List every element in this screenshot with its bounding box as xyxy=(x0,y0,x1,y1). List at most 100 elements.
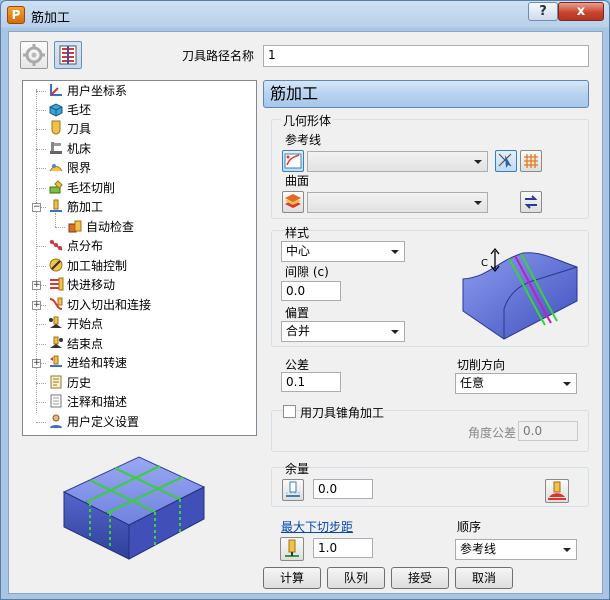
user-settings-icon xyxy=(50,414,62,428)
tree-item-axis-control[interactable]: 加工轴控制 xyxy=(48,257,127,275)
user-coordinate-icon xyxy=(50,84,62,96)
tree-item-notes[interactable]: 注释和描述 xyxy=(48,393,127,411)
chevron-down-icon xyxy=(563,548,571,552)
tree-item-tool[interactable]: 刀具 xyxy=(48,120,91,138)
surface-swap-button[interactable] xyxy=(520,191,542,213)
chevron-down-icon xyxy=(391,250,399,254)
chevron-down-icon xyxy=(563,382,571,386)
cancel-button[interactable]: 取消 xyxy=(455,567,513,589)
close-button[interactable]: x xyxy=(558,2,604,21)
tree-item-leads-links[interactable]: 切入切出和连接 xyxy=(48,296,151,314)
start-point-icon xyxy=(49,316,62,328)
machine-icon xyxy=(50,142,62,154)
chevron-down-icon xyxy=(391,330,399,334)
auto-check-icon xyxy=(68,220,82,233)
allowance-tool-icon xyxy=(286,481,300,497)
tree-item-history[interactable]: 历史 xyxy=(48,374,91,392)
history-icon xyxy=(50,375,62,389)
tree-item-rib-machining[interactable]: 筋加工 xyxy=(48,198,103,216)
style-label: 样式 xyxy=(285,226,310,240)
tree-item-rapid-move[interactable]: 快进移动 xyxy=(48,276,115,294)
surface-label: 曲面 xyxy=(285,174,310,188)
block-icon xyxy=(49,103,63,117)
queue-button[interactable]: 队列 xyxy=(327,567,385,589)
calculate-button[interactable]: 计算 xyxy=(263,567,321,589)
tree-item-feeds-speeds[interactable]: 进给和转速 xyxy=(48,354,127,372)
tree-item-end-point[interactable]: 结束点 xyxy=(48,335,103,353)
component-allowance-button[interactable] xyxy=(545,479,569,503)
swap-arrows-icon xyxy=(524,195,538,209)
toolpath-view-button[interactable] xyxy=(54,41,82,69)
grid-pattern-icon xyxy=(524,154,538,168)
tree-item-limits[interactable]: 限界 xyxy=(48,159,91,177)
max-stepdown-input[interactable]: 1.0 xyxy=(313,538,373,558)
stepdown-tool-icon xyxy=(285,539,299,557)
dialog-client: 刀具路径名称 1 − + + + 用户坐标系 毛坯 刀具 机床 限界 毛坯切削 … xyxy=(8,31,603,594)
pick-cursor-icon xyxy=(498,153,512,168)
taper-checkbox[interactable] xyxy=(283,405,296,418)
cut-direction-select[interactable]: 任意 xyxy=(455,373,577,394)
chevron-down-icon xyxy=(474,160,482,164)
stepdown-tool-button[interactable] xyxy=(280,537,304,561)
page-header: 筋加工 xyxy=(263,80,589,108)
ref-line-select-button[interactable] xyxy=(282,150,304,172)
tree-item-start-point[interactable]: 开始点 xyxy=(48,315,103,333)
taper-checkbox-label: 用刀具锥角加工 xyxy=(300,406,385,420)
tree-item-machine[interactable]: 机床 xyxy=(48,140,91,158)
end-point-icon xyxy=(50,336,63,348)
rib-machining-icon xyxy=(50,199,62,212)
tree-expand-rapid[interactable]: + xyxy=(32,281,41,290)
stock-cut-icon xyxy=(49,180,63,194)
point-distribution-icon xyxy=(49,240,63,251)
order-label: 顺序 xyxy=(457,520,482,534)
tree-collapse-rib[interactable]: − xyxy=(32,203,41,212)
toolpath-name-input[interactable]: 1 xyxy=(263,45,589,67)
allowance-input[interactable]: 0.0 xyxy=(313,479,373,499)
ref-line-pick-button[interactable] xyxy=(495,150,517,172)
tree-item-user-settings[interactable]: 用户定义设置 xyxy=(48,413,139,431)
axis-control-icon xyxy=(49,258,63,272)
offset-select[interactable]: 合并 xyxy=(281,321,405,342)
app-logo-icon: P xyxy=(7,6,25,24)
limits-icon xyxy=(49,164,63,172)
tree-expand-leads[interactable]: + xyxy=(32,301,41,310)
template-button[interactable] xyxy=(20,41,48,69)
tree-expand-feeds[interactable]: + xyxy=(32,359,41,368)
ref-line-icon xyxy=(284,153,302,169)
tolerance-label: 公差 xyxy=(285,358,310,372)
title-bar[interactable]: P 筋加工 ? x xyxy=(1,1,609,29)
rib-machining-preview-image xyxy=(62,456,206,560)
settings-tree: − + + + 用户坐标系 毛坯 刀具 机床 限界 毛坯切削 筋加工 自动检查 … xyxy=(22,80,257,436)
allowance-label: 余量 xyxy=(285,462,310,476)
help-button[interactable]: ? xyxy=(528,2,558,21)
tree-item-user-coordinate[interactable]: 用户坐标系 xyxy=(48,82,127,100)
tolerance-input[interactable]: 0.1 xyxy=(281,372,341,392)
geometry-group-label: 几何形体 xyxy=(281,112,334,129)
surface-select[interactable] xyxy=(307,192,488,213)
window-title: 筋加工 xyxy=(31,11,71,26)
tree-item-auto-check[interactable]: 自动检查 xyxy=(67,218,134,236)
surface-select-button[interactable] xyxy=(282,191,304,213)
leads-links-icon xyxy=(49,297,63,310)
angle-tolerance-input[interactable]: 0.0 xyxy=(518,421,578,441)
angle-tolerance-label: 角度公差 xyxy=(468,426,517,440)
chevron-down-icon xyxy=(474,201,482,205)
accept-button[interactable]: 接受 xyxy=(391,567,449,589)
notes-icon xyxy=(50,394,62,408)
gap-label: 间隙 (c) xyxy=(285,265,329,279)
gap-input[interactable]: 0.0 xyxy=(281,281,341,301)
ref-line-select[interactable] xyxy=(307,151,488,172)
dialog-window: P 筋加工 ? x 刀具路径名称 1 − + + + 用户坐标系 毛坯 刀具 机… xyxy=(0,0,610,600)
rapid-move-icon xyxy=(50,277,64,291)
tree-item-point-distribution[interactable]: 点分布 xyxy=(48,237,103,255)
preview-gap-c-label: C xyxy=(481,258,488,269)
order-select[interactable]: 参考线 xyxy=(455,539,577,560)
style-select[interactable]: 中心 xyxy=(281,241,405,262)
tool-icon xyxy=(51,120,61,135)
max-stepdown-link[interactable]: 最大下切步距 xyxy=(281,518,353,535)
ref-line-grid-button[interactable] xyxy=(520,150,542,172)
tree-item-stock-cut[interactable]: 毛坯切削 xyxy=(48,179,115,197)
tree-item-block[interactable]: 毛坯 xyxy=(48,101,91,119)
ref-line-label: 参考线 xyxy=(285,133,322,147)
allowance-button[interactable] xyxy=(282,479,304,501)
